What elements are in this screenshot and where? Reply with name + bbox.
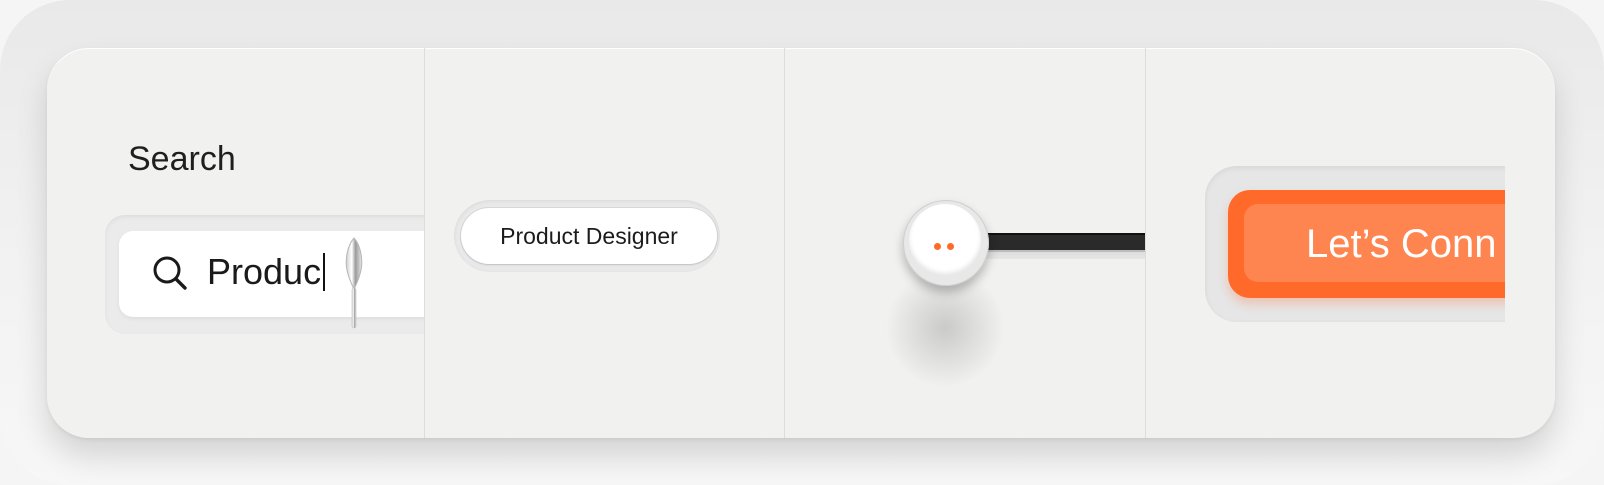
slider-panel [785, 48, 1145, 438]
chip-panel: Product Designer [425, 48, 784, 438]
product-designer-chip[interactable]: Product Designer [461, 208, 717, 264]
text-caret [323, 253, 326, 292]
cta-button-label: Let’s Conn [1306, 222, 1497, 266]
search-icon[interactable] [151, 254, 189, 292]
knob-shadow [885, 268, 1005, 388]
slider-knob-face [909, 204, 981, 276]
slider-knob[interactable] [903, 200, 989, 286]
knob-dot-icon [947, 243, 954, 250]
cta-panel: Let’s Conn [1146, 48, 1505, 438]
knob-dot-icon [934, 243, 941, 250]
slider-track[interactable] [965, 233, 1145, 250]
lets-connect-button[interactable]: Let’s Conn [1228, 190, 1505, 298]
search-input-value: Produc [207, 250, 326, 294]
component-card: Search Produc Product Designer Let’s Con… [47, 48, 1555, 438]
search-panel: Search Produc [47, 48, 424, 438]
search-value-text: Produc [207, 251, 322, 292]
ibeam-cursor-icon [345, 237, 363, 329]
search-label: Search [128, 140, 236, 178]
